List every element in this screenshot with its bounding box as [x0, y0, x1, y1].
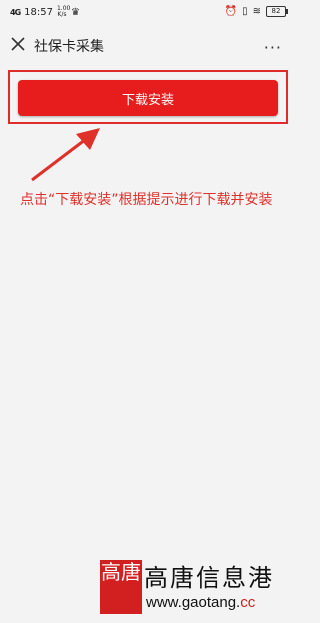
- watermark-url: www.gaotang.cc: [146, 594, 255, 611]
- notification-icon: ♛: [70, 6, 80, 18]
- instruction-text: 点击“下载安装”根据提示进行下载并安装: [20, 192, 273, 208]
- highlight-frame: 下载安装: [8, 70, 288, 124]
- annotation-arrow: [31, 128, 100, 182]
- more-icon[interactable]: ···: [264, 38, 282, 57]
- watermark-brand: 高唐信息港: [144, 564, 274, 592]
- vibrate-icon: ▯: [242, 6, 248, 17]
- watermark-url-main: www.gaotang.: [146, 594, 241, 611]
- signal-icon: 4G: [10, 7, 21, 17]
- close-icon[interactable]: [10, 36, 26, 52]
- alarm-icon: ⏰: [224, 6, 238, 17]
- watermark-logo: 高唐: [100, 560, 142, 614]
- watermark: 高唐 高唐信息港 www.gaotang.cc: [100, 556, 296, 623]
- page-title: 社保卡采集: [34, 39, 104, 55]
- watermark-url-tld: cc: [240, 594, 256, 611]
- net-speed: 1.00 K/s: [56, 5, 71, 18]
- nav-bar: 社保卡采集 ···: [0, 28, 296, 62]
- status-bar: 4G 18:57 1.00 K/s ♛ ⏰ ▯ ≋ 82: [0, 0, 296, 26]
- download-install-button[interactable]: 下载安装: [18, 80, 278, 116]
- battery-icon: 82: [266, 6, 288, 17]
- wifi-icon: ≋: [252, 6, 261, 17]
- status-time: 18:57: [24, 6, 53, 18]
